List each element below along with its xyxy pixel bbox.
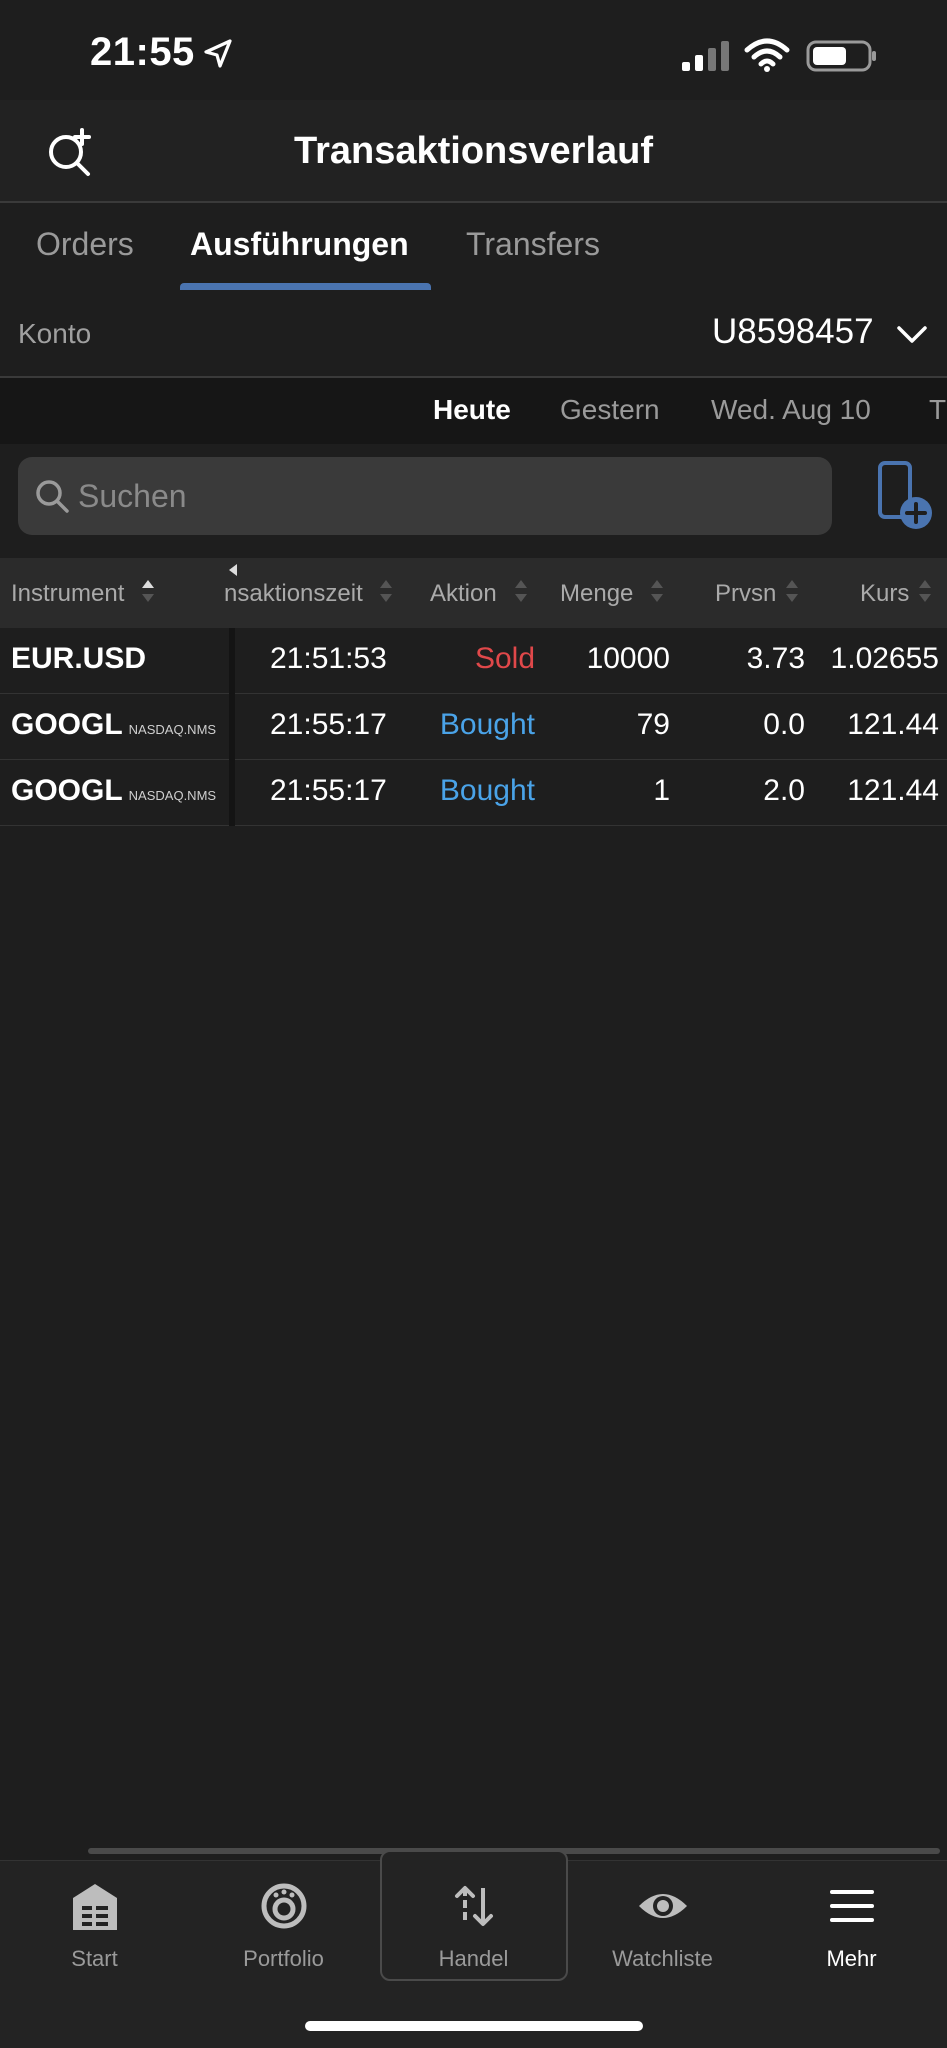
tab-orders[interactable]: Orders bbox=[36, 226, 134, 263]
trade-arrows-icon bbox=[454, 1886, 493, 1926]
signal-icon bbox=[682, 41, 729, 71]
column-header-quantity[interactable]: Menge bbox=[560, 580, 633, 608]
date-filter-aug10[interactable]: Wed. Aug 10 bbox=[711, 394, 871, 426]
column-header-label: nsaktionszeit bbox=[224, 580, 363, 607]
commission-cell: 3.73 bbox=[746, 642, 805, 675]
column-header-label: Prvsn bbox=[715, 580, 777, 607]
quantity-cell: 79 bbox=[636, 708, 670, 741]
header-divider bbox=[0, 201, 947, 203]
sort-icon[interactable] bbox=[918, 578, 932, 604]
account-label: Konto bbox=[18, 318, 92, 349]
sort-icon[interactable] bbox=[785, 578, 799, 604]
column-header-label: Instrument bbox=[11, 580, 125, 607]
nav-label: Portfolio bbox=[243, 1946, 324, 1971]
sort-icon[interactable] bbox=[379, 578, 393, 604]
column-header-action[interactable]: Aktion bbox=[430, 580, 497, 608]
nav-portfolio[interactable]: Portfolio bbox=[189, 1870, 378, 1990]
active-tab-indicator bbox=[180, 283, 431, 290]
action-cell: Bought bbox=[439, 708, 535, 741]
column-header-label: Menge bbox=[560, 580, 634, 607]
search-input[interactable] bbox=[78, 470, 818, 522]
sort-ascending-icon[interactable] bbox=[141, 578, 155, 604]
column-header-label: Aktion bbox=[430, 580, 497, 607]
quantity-cell: 10000 bbox=[586, 642, 670, 675]
export-document-icon[interactable] bbox=[876, 460, 934, 532]
chevron-down-icon[interactable] bbox=[895, 320, 929, 350]
location-arrow-icon bbox=[204, 39, 232, 68]
sort-icon[interactable] bbox=[650, 578, 664, 604]
sticky-column-shadow bbox=[229, 628, 235, 826]
column-header-commission[interactable]: Prvsn bbox=[715, 580, 776, 608]
account-selector[interactable]: U8598457 bbox=[712, 312, 874, 352]
action-cell: Sold bbox=[474, 642, 535, 675]
commission-cell: 0.0 bbox=[763, 708, 805, 741]
sort-icon[interactable] bbox=[514, 578, 528, 604]
quantity-cell: 1 bbox=[653, 774, 670, 807]
nav-handel[interactable]: Handel bbox=[379, 1870, 568, 1990]
page-title: Transaktionsverlauf bbox=[293, 130, 654, 172]
time-cell: 21:55:17 bbox=[270, 708, 387, 741]
portfolio-icon bbox=[261, 1883, 306, 1929]
column-header-label: Kurs bbox=[860, 580, 910, 607]
price-cell: 1.02655 bbox=[830, 642, 939, 675]
start-icon bbox=[72, 1884, 117, 1930]
instrument-symbol: GOOGL bbox=[11, 774, 123, 807]
nav-label: Mehr bbox=[826, 1946, 877, 1971]
wifi-icon bbox=[744, 38, 790, 72]
column-header-time[interactable]: nsaktionszeit bbox=[224, 580, 374, 608]
instrument-symbol: GOOGL bbox=[11, 708, 123, 741]
battery-icon bbox=[806, 40, 876, 72]
date-filter-next[interactable]: T bbox=[929, 394, 947, 426]
nav-label: Watchliste bbox=[612, 1946, 713, 1971]
commission-cell: 2.0 bbox=[763, 774, 805, 807]
price-cell: 121.44 bbox=[847, 774, 939, 807]
tab-transfers[interactable]: Transfers bbox=[466, 226, 600, 263]
instrument-exchange: NASDAQ.NMS bbox=[128, 788, 217, 803]
date-filter-today[interactable]: Heute bbox=[433, 394, 511, 426]
date-filter-yesterday[interactable]: Gestern bbox=[560, 394, 660, 426]
nav-start[interactable]: Start bbox=[0, 1870, 189, 1990]
search-icon bbox=[36, 480, 69, 513]
nav-mehr[interactable]: Mehr bbox=[757, 1870, 946, 1990]
home-indicator[interactable] bbox=[305, 2021, 643, 2031]
time-cell: 21:51:53 bbox=[270, 642, 387, 675]
tab-ausfuehrungen[interactable]: Ausführungen bbox=[190, 226, 409, 263]
instrument-cell[interactable]: GOOGL NASDAQ.NMS bbox=[11, 774, 216, 808]
nav-label: Start bbox=[71, 1946, 118, 1971]
status-time: 21:55 bbox=[90, 30, 195, 74]
time-cell: 21:55:17 bbox=[270, 774, 387, 807]
instrument-exchange: NASDAQ.NMS bbox=[128, 722, 217, 737]
instrument-cell[interactable]: EUR.USD bbox=[11, 642, 152, 676]
column-header-instrument[interactable]: Instrument bbox=[11, 580, 124, 608]
instrument-cell[interactable]: GOOGL NASDAQ.NMS bbox=[11, 708, 216, 742]
instrument-symbol: EUR.USD bbox=[11, 642, 147, 675]
nav-watchliste[interactable]: Watchliste bbox=[568, 1870, 757, 1990]
column-header-price[interactable]: Kurs bbox=[860, 580, 909, 608]
price-cell: 121.44 bbox=[847, 708, 939, 741]
nav-label: Handel bbox=[438, 1946, 509, 1971]
action-cell: Bought bbox=[439, 774, 535, 807]
eye-icon bbox=[638, 1894, 687, 1918]
scroll-left-arrow-icon[interactable] bbox=[227, 562, 239, 578]
menu-icon bbox=[829, 1890, 874, 1922]
